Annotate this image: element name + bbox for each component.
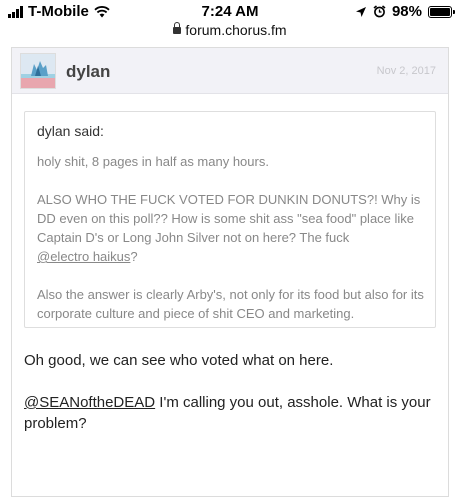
mention-link[interactable]: @electro haikus	[37, 249, 130, 264]
quote-paragraph: ALSO WHO THE FUCK VOTED FOR DUNKIN DONUT…	[37, 190, 429, 266]
alarm-icon	[373, 5, 386, 18]
avatar-image	[21, 54, 55, 88]
quote-paragraph: holy shit, 8 pages in half as many hours…	[37, 154, 269, 169]
forum-post: dylan Nov 2, 2017 dylan said: holy shit,…	[11, 47, 449, 497]
quote-block: dylan said: holy shit, 8 pages in half a…	[24, 111, 436, 328]
url-text: forum.chorus.fm	[185, 22, 287, 38]
post-message: Oh good, we can see who voted what on he…	[24, 350, 434, 455]
avatar[interactable]	[20, 53, 56, 89]
battery-percent: 98%	[391, 3, 422, 20]
quote-author[interactable]: dylan said:	[37, 123, 104, 139]
message-paragraph: @SEANoftheDEAD I'm calling you out, assh…	[24, 392, 434, 434]
battery-icon	[428, 5, 455, 18]
post-header: dylan Nov 2, 2017	[12, 48, 448, 94]
post-date[interactable]: Nov 2, 2017	[377, 65, 436, 77]
location-icon	[355, 6, 366, 17]
quote-text: ?	[130, 249, 138, 264]
quote-paragraph: Also the answer is clearly Arby's, not o…	[37, 287, 424, 321]
post-username[interactable]: dylan	[66, 62, 110, 82]
mention-link[interactable]: @SEANoftheDEAD	[24, 394, 155, 411]
lock-icon	[173, 22, 182, 34]
quote-body: holy shit, 8 pages in half as many hours…	[37, 152, 429, 342]
quote-text: ALSO WHO THE FUCK VOTED FOR DUNKIN DONUT…	[37, 192, 421, 245]
status-bar: T-Mobile 7:24 AM 98%	[0, 0, 460, 24]
message-paragraph: Oh good, we can see who voted what on he…	[24, 352, 334, 369]
battery-fill	[430, 7, 450, 16]
address-bar[interactable]: forum.chorus.fm	[0, 22, 460, 42]
